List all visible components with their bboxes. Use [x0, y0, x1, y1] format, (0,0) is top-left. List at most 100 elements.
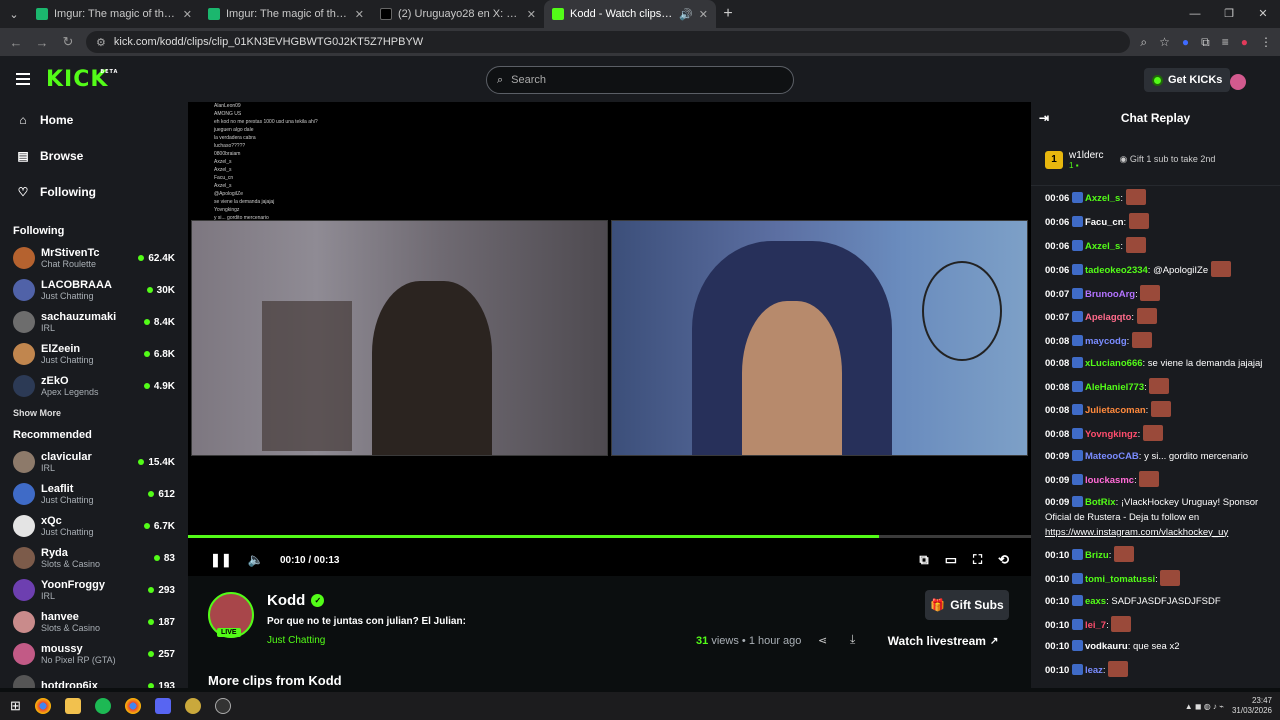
sidebar-channel[interactable]: Ryda Slots & Casino 83 — [0, 542, 188, 574]
sidebar-channel[interactable]: xQc Just Chatting 6.7K — [0, 510, 188, 542]
tray-icons[interactable]: ▲ ◼ ◍ ♪ ⌁ — [1185, 702, 1224, 711]
user-badge-icon — [1071, 640, 1083, 652]
back-icon[interactable]: ← — [8, 35, 24, 50]
collapse-chat-icon[interactable]: ⇥ — [1039, 111, 1049, 125]
sidebar-channel[interactable]: hotdrop6ix 193 — [0, 670, 188, 688]
close-icon[interactable]: ✕ — [527, 8, 536, 21]
top-gifter[interactable]: w1lderc 1 ▪ — [1069, 150, 1103, 170]
progress-bar[interactable] — [188, 535, 1031, 538]
sidebar-channel[interactable]: moussy No Pixel RP (GTA) 257 — [0, 638, 188, 670]
chat-username[interactable]: BotRix — [1085, 497, 1116, 508]
sidebar-channel[interactable]: ElZeein Just Chatting 6.8K — [0, 338, 188, 370]
sidebar-channel[interactable]: zEkO Apex Legends 4.9K — [0, 370, 188, 402]
nav-following[interactable]: ♡ Following — [0, 174, 188, 210]
playback-speed-icon[interactable]: ⟲ — [998, 552, 1009, 568]
chat-username[interactable]: tomi_tomatussi — [1085, 574, 1155, 585]
share-icon[interactable]: ⋖ — [818, 634, 827, 647]
sidebar-channel[interactable]: clavicular IRL 15.4K — [0, 446, 188, 478]
browser-tab[interactable]: (2) Uruguayo28 en X: "*TODO E ✕ — [372, 0, 544, 28]
video-player[interactable]: AlanLeon09 AMONG US eh kod no me prestas 1… — [188, 102, 1031, 576]
separator-dot: • — [741, 635, 746, 647]
close-icon[interactable]: ✕ — [699, 8, 708, 21]
volume-icon[interactable]: 🔈 — [248, 552, 264, 568]
browser-tab[interactable]: Imgur: The magic of the Internet ✕ — [200, 0, 372, 28]
nav-browse[interactable]: ▤ Browse — [0, 138, 188, 174]
download-icon[interactable]: ⤓ — [850, 632, 855, 647]
start-icon[interactable]: ⊞ — [10, 698, 21, 714]
fullscreen-icon[interactable]: ⛶ — [973, 552, 982, 568]
discord-icon[interactable] — [154, 698, 171, 714]
chat-username[interactable]: lei_7 — [1085, 620, 1106, 631]
chat-username[interactable]: Yovngkingz — [1085, 429, 1138, 440]
chat-username[interactable]: Apelagqto — [1085, 312, 1131, 323]
theater-mode-icon[interactable]: ▭ — [945, 552, 957, 568]
message-link[interactable]: https://www.instagram.com/vlackhockey_uy — [1045, 527, 1228, 538]
obs-icon[interactable] — [214, 698, 231, 714]
chat-username[interactable]: MateooCAB — [1085, 451, 1139, 462]
site-info-icon[interactable]: ⚙ — [96, 36, 106, 49]
chat-username[interactable]: Julietacoman — [1085, 405, 1146, 416]
search-bar[interactable]: ⌕ — [486, 66, 794, 94]
sidebar-channel[interactable]: MrStivenTc Chat Roulette 62.4K — [0, 242, 188, 274]
sidebar-channel[interactable]: sachauzumaki IRL 8.4K — [0, 306, 188, 338]
new-tab-button[interactable]: + — [716, 5, 740, 23]
sidebar-channel[interactable]: YoonFroggy IRL 293 — [0, 574, 188, 606]
gift-subs-button[interactable]: 🎁 Gift Subs — [925, 590, 1009, 620]
url-field[interactable]: ⚙ kick.com/kodd/clips/clip_01KN3EVHGBWTG… — [86, 31, 1131, 53]
search-input[interactable] — [511, 74, 772, 86]
reload-icon[interactable]: ↻ — [60, 34, 76, 50]
gift-prompt[interactable]: ◉ Gift 1 sub to take 2nd — [1119, 154, 1215, 165]
nav-home[interactable]: ⌂ Home — [0, 102, 188, 138]
chrome-icon[interactable] — [34, 698, 51, 714]
file-explorer-icon[interactable] — [64, 698, 81, 714]
minimize-icon[interactable]: — — [1178, 0, 1212, 28]
clock[interactable]: 23:47 31/03/2026 — [1232, 696, 1272, 716]
profile-icon[interactable]: ● — [1241, 35, 1248, 49]
app-icon[interactable] — [184, 698, 201, 714]
chat-username[interactable]: xLuciano666 — [1085, 358, 1143, 369]
sidebar-channel[interactable]: Leaflit Just Chatting 612 — [0, 478, 188, 510]
chat-username[interactable]: Axzel_s — [1085, 241, 1120, 252]
pause-icon[interactable]: ❚❚ — [210, 552, 232, 568]
browser-tab-active[interactable]: Kodd - Watch clips on Kick 🔊 ✕ — [544, 0, 716, 28]
speaker-icon[interactable]: 🔊 — [679, 8, 693, 21]
close-icon[interactable]: ✕ — [183, 8, 192, 21]
spotify-icon[interactable] — [94, 698, 111, 714]
chat-username[interactable]: vodkauru — [1085, 641, 1128, 652]
sidebar-channel[interactable]: hanvee Slots & Casino 187 — [0, 606, 188, 638]
watch-livestream-button[interactable]: Watch livestream ↗ — [878, 626, 1008, 656]
chat-username[interactable]: AleHaniel773 — [1085, 382, 1144, 393]
media-icon[interactable]: ≡ — [1222, 35, 1229, 49]
forward-icon[interactable]: → — [34, 35, 50, 50]
extension-icon[interactable]: ● — [1182, 35, 1189, 49]
close-icon[interactable]: ✕ — [355, 8, 364, 21]
chrome-active-icon[interactable] — [124, 698, 141, 714]
close-window-icon[interactable]: ✕ — [1246, 0, 1280, 28]
streamer-name[interactable]: Kodd ✓ — [267, 592, 325, 609]
menu-icon[interactable]: ⋮ — [1260, 35, 1272, 49]
kick-logo[interactable]: KICK BETA — [46, 67, 117, 92]
chat-username[interactable]: eaxs — [1085, 596, 1106, 607]
zoom-icon[interactable]: ⌕ — [1140, 35, 1147, 50]
chat-username[interactable]: Facu_cn — [1085, 217, 1124, 228]
chat-username[interactable]: Brizu — [1085, 550, 1109, 561]
browser-tab[interactable]: Imgur: The magic of the Internet ✕ — [28, 0, 200, 28]
chat-username[interactable]: louckasmc — [1085, 475, 1134, 486]
restore-icon[interactable]: ❐ — [1212, 0, 1246, 28]
chat-username[interactable]: maycodg — [1085, 336, 1127, 347]
chat-username[interactable]: BrunooArg — [1085, 289, 1135, 300]
get-kicks-button[interactable]: Get KICKs — [1144, 68, 1231, 92]
user-avatar[interactable] — [1230, 74, 1246, 90]
chat-username[interactable]: leaz — [1085, 665, 1103, 676]
chat-username[interactable]: Axzel_s — [1085, 193, 1120, 204]
category-link[interactable]: Just Chatting — [267, 635, 325, 646]
bookmark-star-icon[interactable]: ☆ — [1159, 35, 1170, 49]
tab-search-icon[interactable]: ⌄ — [0, 8, 28, 21]
miniplayer-icon[interactable]: ⧉ — [919, 552, 928, 568]
chat-username[interactable]: tadeokeo2334 — [1085, 265, 1148, 276]
time-current: 00:10 — [279, 554, 306, 566]
extensions-puzzle-icon[interactable]: ⧉ — [1201, 35, 1210, 50]
sidebar-channel[interactable]: LACOBRAAA Just Chatting 30K — [0, 274, 188, 306]
show-more-button[interactable]: Show More — [0, 402, 188, 424]
hamburger-menu-icon[interactable] — [16, 73, 30, 85]
